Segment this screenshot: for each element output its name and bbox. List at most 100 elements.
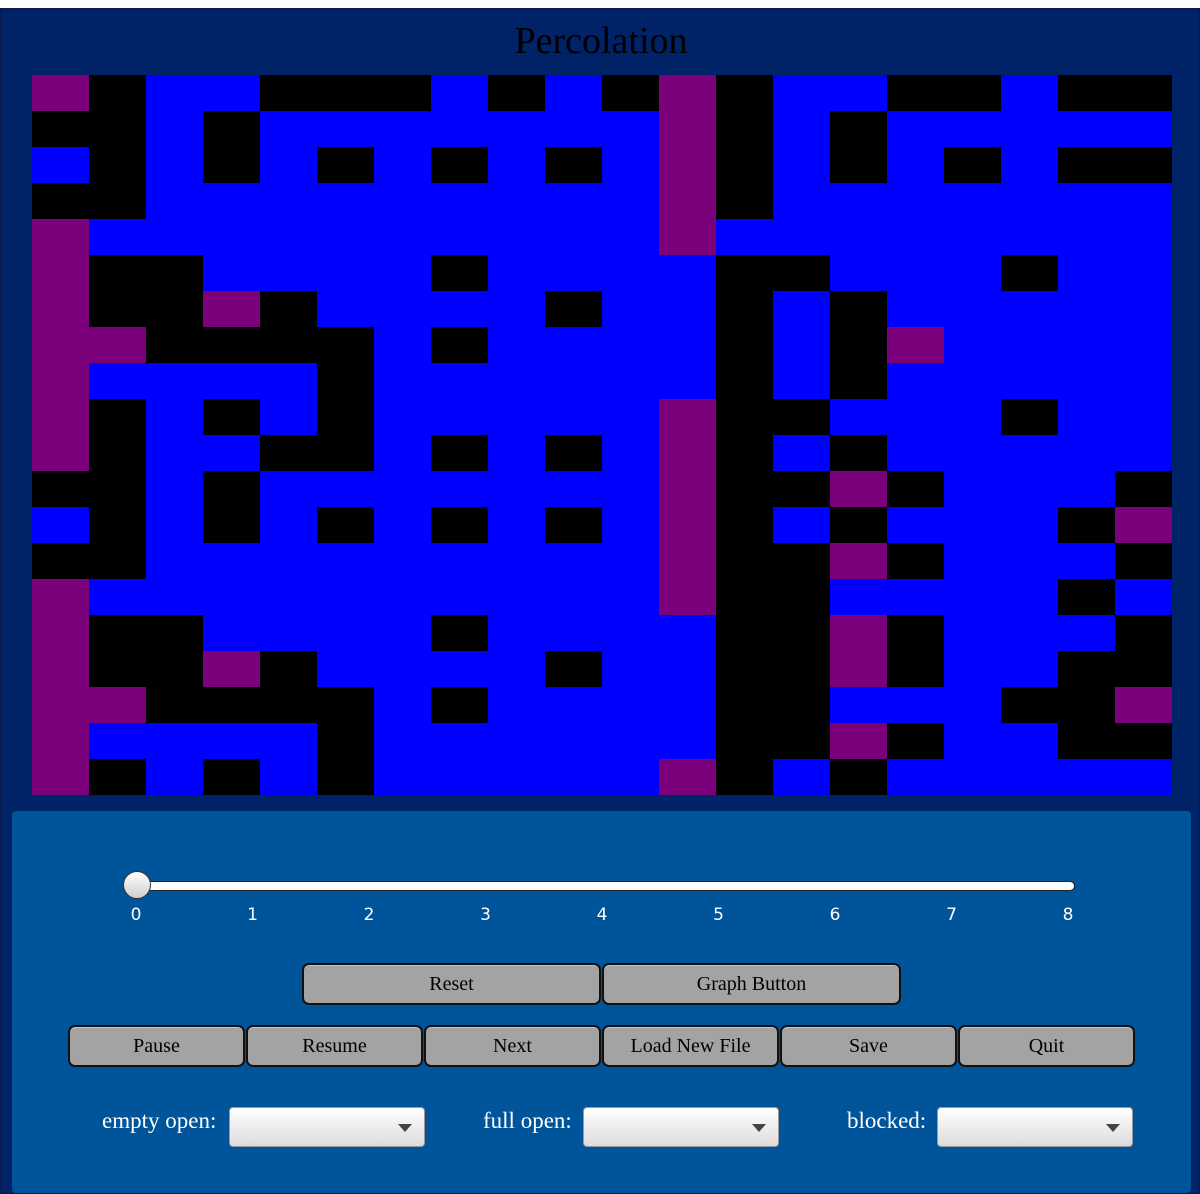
empty-open-cell[interactable] xyxy=(89,363,146,399)
blocked-cell[interactable] xyxy=(317,363,374,399)
blocked-cell[interactable] xyxy=(32,183,89,219)
empty-open-cell[interactable] xyxy=(431,471,488,507)
empty-open-cell[interactable] xyxy=(1115,399,1172,435)
empty-open-cell[interactable] xyxy=(260,219,317,255)
blocked-cell[interactable] xyxy=(1115,723,1172,759)
blocked-cell[interactable] xyxy=(431,687,488,723)
empty-open-cell[interactable] xyxy=(431,363,488,399)
empty-open-cell[interactable] xyxy=(1001,111,1058,147)
empty-open-cell[interactable] xyxy=(146,471,203,507)
empty-open-cell[interactable] xyxy=(602,507,659,543)
empty-open-cell[interactable] xyxy=(602,615,659,651)
blocked-cell[interactable] xyxy=(944,147,1001,183)
empty-open-cell[interactable] xyxy=(374,219,431,255)
empty-open-cell[interactable] xyxy=(146,75,203,111)
blocked-cell[interactable] xyxy=(830,147,887,183)
empty-open-cell[interactable] xyxy=(1001,723,1058,759)
empty-open-cell[interactable] xyxy=(887,255,944,291)
empty-open-cell[interactable] xyxy=(659,291,716,327)
blocked-cell[interactable] xyxy=(89,615,146,651)
empty-open-cell[interactable] xyxy=(773,363,830,399)
blocked-cell[interactable] xyxy=(146,255,203,291)
empty-open-cell[interactable] xyxy=(659,687,716,723)
empty-open-cell[interactable] xyxy=(659,723,716,759)
empty-open-cell[interactable] xyxy=(146,435,203,471)
empty-open-cell[interactable] xyxy=(545,111,602,147)
empty-open-cell[interactable] xyxy=(146,543,203,579)
empty-open-cell[interactable] xyxy=(1115,183,1172,219)
blocked-cell[interactable] xyxy=(89,183,146,219)
empty-open-cell[interactable] xyxy=(431,219,488,255)
blocked-cell[interactable] xyxy=(545,291,602,327)
full-open-cell[interactable] xyxy=(32,579,89,615)
empty-open-cell[interactable] xyxy=(1001,183,1058,219)
full-open-cell[interactable] xyxy=(32,759,89,795)
empty-open-cell[interactable] xyxy=(1001,543,1058,579)
full-open-cell[interactable] xyxy=(830,543,887,579)
empty-open-cell[interactable] xyxy=(830,399,887,435)
blocked-cell[interactable] xyxy=(146,327,203,363)
empty-open-cell[interactable] xyxy=(1115,255,1172,291)
empty-open-cell[interactable] xyxy=(1001,219,1058,255)
empty-open-cell[interactable] xyxy=(374,507,431,543)
empty-open-cell[interactable] xyxy=(830,75,887,111)
full-open-cell[interactable] xyxy=(1115,507,1172,543)
full-open-cell[interactable] xyxy=(32,399,89,435)
empty-open-cell[interactable] xyxy=(773,183,830,219)
empty-open-cell[interactable] xyxy=(317,255,374,291)
blocked-cell[interactable] xyxy=(1115,651,1172,687)
blocked-cell[interactable] xyxy=(716,723,773,759)
blocked-cell[interactable] xyxy=(317,75,374,111)
empty-open-cell[interactable] xyxy=(1115,327,1172,363)
empty-open-cell[interactable] xyxy=(944,507,1001,543)
empty-open-cell[interactable] xyxy=(887,507,944,543)
empty-open-cell[interactable] xyxy=(488,435,545,471)
empty-open-cell[interactable] xyxy=(374,183,431,219)
empty-open-cell[interactable] xyxy=(659,255,716,291)
empty-open-cell[interactable] xyxy=(545,543,602,579)
empty-open-cell[interactable] xyxy=(1001,651,1058,687)
empty-open-cell[interactable] xyxy=(602,183,659,219)
empty-open-cell[interactable] xyxy=(1001,291,1058,327)
empty-open-cell[interactable] xyxy=(488,723,545,759)
empty-open-cell[interactable] xyxy=(317,183,374,219)
empty-open-cell[interactable] xyxy=(602,219,659,255)
empty-open-cell[interactable] xyxy=(773,111,830,147)
blocked-cell[interactable] xyxy=(89,291,146,327)
empty-open-cell[interactable] xyxy=(1058,399,1115,435)
empty-open-cell[interactable] xyxy=(1058,615,1115,651)
empty-open-cell[interactable] xyxy=(374,723,431,759)
empty-open-cell[interactable] xyxy=(887,183,944,219)
empty-open-cell[interactable] xyxy=(260,399,317,435)
empty-open-cell[interactable] xyxy=(602,327,659,363)
empty-open-cell[interactable] xyxy=(944,615,1001,651)
empty-open-cell[interactable] xyxy=(1115,291,1172,327)
empty-open-cell[interactable] xyxy=(260,723,317,759)
empty-open-cell[interactable] xyxy=(146,219,203,255)
empty-open-cell[interactable] xyxy=(1058,111,1115,147)
empty-open-cell[interactable] xyxy=(146,507,203,543)
full-open-cell[interactable] xyxy=(659,75,716,111)
empty-open-cell[interactable] xyxy=(374,111,431,147)
blocked-cell[interactable] xyxy=(1058,687,1115,723)
blocked-cell[interactable] xyxy=(1115,75,1172,111)
empty-open-cell[interactable] xyxy=(944,435,1001,471)
full-open-cell[interactable] xyxy=(203,651,260,687)
empty-open-cell[interactable] xyxy=(773,435,830,471)
empty-open-cell[interactable] xyxy=(488,111,545,147)
blocked-cell[interactable] xyxy=(260,435,317,471)
blocked-cell[interactable] xyxy=(431,255,488,291)
full-open-cell[interactable] xyxy=(32,363,89,399)
blocked-cell[interactable] xyxy=(887,615,944,651)
blocked-cell[interactable] xyxy=(317,723,374,759)
empty-open-cell[interactable] xyxy=(89,579,146,615)
empty-open-cell[interactable] xyxy=(602,255,659,291)
blocked-cell[interactable] xyxy=(203,759,260,795)
blocked-cell[interactable] xyxy=(431,615,488,651)
blocked-cell[interactable] xyxy=(32,543,89,579)
blocked-cell[interactable] xyxy=(773,723,830,759)
reset-button[interactable]: Reset xyxy=(302,963,601,1005)
empty-open-cell[interactable] xyxy=(374,255,431,291)
blocked-cell[interactable] xyxy=(89,651,146,687)
empty-open-cell[interactable] xyxy=(1058,219,1115,255)
